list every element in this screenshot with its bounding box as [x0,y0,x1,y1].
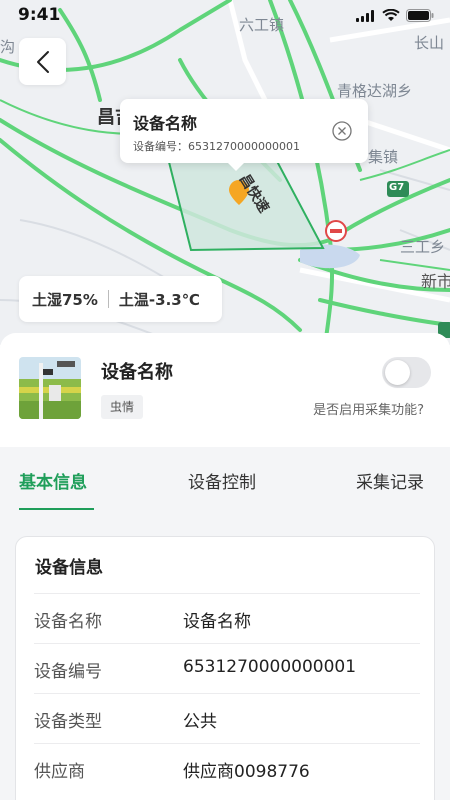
map-label-town5: 三工乡 [400,238,446,256]
device-info-card: 设备信息 设备名称 设备名称 设备编号 6531270000000001 设备类… [15,536,435,800]
info-row-type: 设备类型 公共 [34,693,420,743]
device-photo-image [19,357,81,419]
chevron-left-icon [36,50,49,73]
soil-temperature: 土温-3.3℃ [118,290,200,309]
info-row-name: 设备名称 设备名称 [34,593,420,643]
info-value: 供应商0098776 [183,762,310,782]
soil-info-chip: 土湿75% 土温-3.3℃ [19,276,222,322]
info-value: 6531270000000001 [183,657,357,677]
soil-humidity: 土湿75% [32,290,98,309]
tab-collect-records[interactable]: 采集记录 [356,468,424,493]
map-road-sign-label: G7 [389,182,405,193]
device-thumbnail [19,357,81,419]
map-label-edge: 沟 [0,38,16,56]
toggle-knob [385,360,410,385]
status-bar: 9:41 [0,0,450,32]
status-icons [356,9,434,22]
signal-icon [356,9,374,22]
info-key: 设备编号 [34,662,102,682]
tab-device-control[interactable]: 设备控制 [188,468,256,493]
back-button[interactable] [19,38,66,85]
status-time: 9:41 [18,5,61,25]
tab-basic-info[interactable]: 基本信息 [19,468,87,493]
battery-icon [406,9,434,22]
info-value: 公共 [183,712,217,732]
device-name: 设备名称 [101,362,173,383]
info-key: 设备名称 [34,612,102,632]
device-tag: 虫情 [101,395,144,419]
info-key: 设备类型 [34,712,102,732]
info-card-title: 设备信息 [35,558,103,578]
popup-title: 设备名称 [133,114,198,133]
map-label-town3: 青格达湖乡 [337,82,413,100]
map-label-town2: 长山 [414,34,445,52]
device-area-polygon [166,146,325,252]
collect-toggle-label: 是否启用采集功能? [313,403,424,418]
map-label-town6: 新市 [421,272,450,291]
device-popup[interactable]: 设备名称 设备编号：6531270000000001 [120,99,368,171]
popup-device-code: 设备编号：6531270000000001 [133,140,300,153]
active-tab-indicator [19,508,94,510]
wifi-icon [382,9,400,21]
info-value: 设备名称 [183,612,251,632]
info-row-supplier: 供应商 供应商0098776 [34,743,420,793]
tab-bar: 基本信息 设备控制 采集记录 [0,447,450,510]
collect-toggle[interactable] [382,357,431,388]
info-key: 供应商 [34,762,85,782]
soil-divider [107,290,109,308]
info-row-code: 设备编号 6531270000000001 [34,643,420,693]
close-icon[interactable] [332,121,352,141]
map-label-town4: 集镇 [368,148,399,166]
